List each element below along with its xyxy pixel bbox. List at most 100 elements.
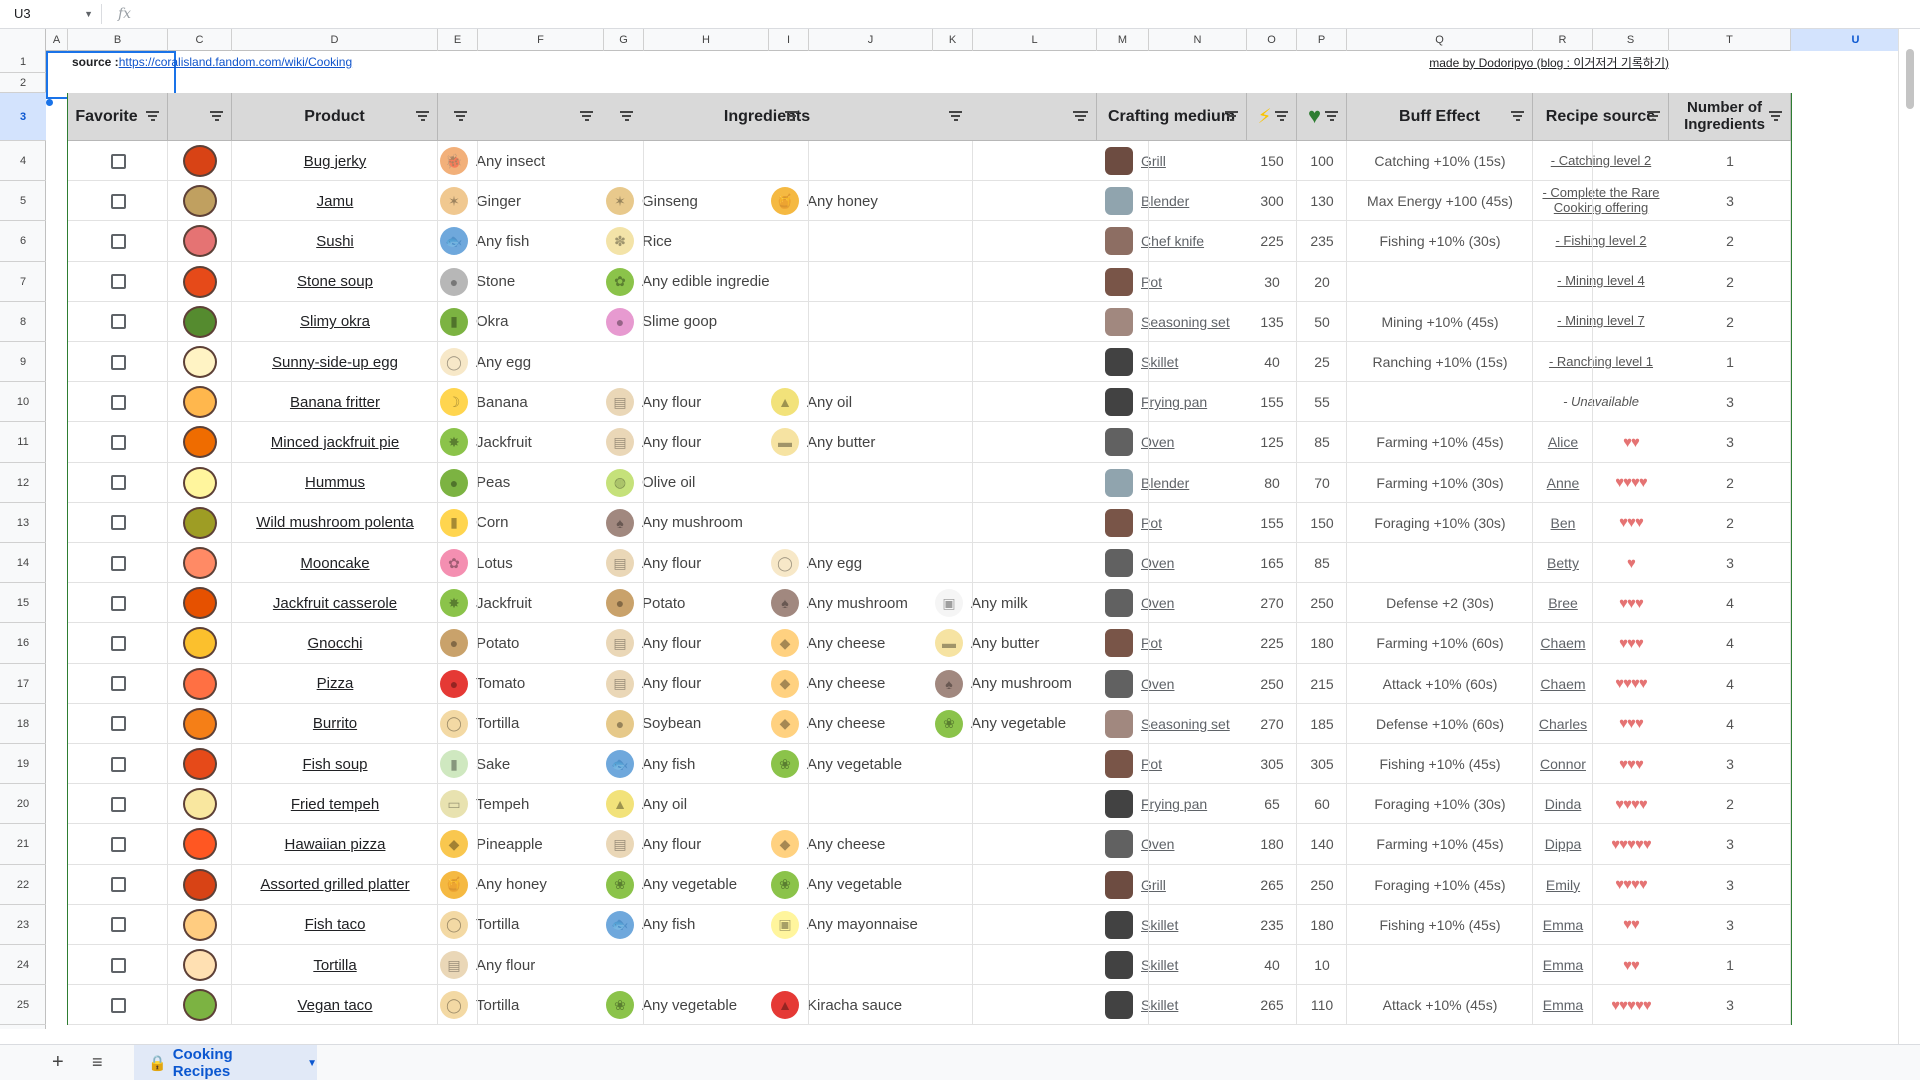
add-sheet-button[interactable]: + <box>52 1050 64 1074</box>
filter-icon[interactable] <box>1275 110 1288 123</box>
recipe-source-text[interactable]: - Complete the Rare Cooking offering <box>1533 181 1669 221</box>
favorite-cell[interactable] <box>68 463 168 503</box>
row-header-21[interactable]: 21 <box>0 824 46 865</box>
crafting-medium-link[interactable]: Pot <box>1141 756 1162 772</box>
vertical-scrollbar[interactable] <box>1898 29 1920 1044</box>
favorite-cell[interactable] <box>68 543 168 583</box>
recipe-source-link[interactable]: Charles <box>1533 704 1593 744</box>
column-header-q[interactable]: Q <box>1347 29 1533 51</box>
column-header-l[interactable]: L <box>973 29 1097 51</box>
made-by-credit[interactable]: made by Dodoripyo (blog : 이거저거 기록하기) <box>1347 51 1669 73</box>
column-header-c[interactable]: C <box>168 29 232 51</box>
product-name[interactable]: Fried tempeh <box>232 784 438 824</box>
product-name[interactable]: Sunny-side-up egg <box>232 342 438 382</box>
favorite-cell[interactable] <box>68 583 168 623</box>
favorite-cell[interactable] <box>68 623 168 663</box>
recipe-source-link[interactable]: Betty <box>1533 543 1593 583</box>
favorite-cell[interactable] <box>68 824 168 864</box>
recipe-source-link[interactable]: Emma <box>1533 945 1593 985</box>
row-header-7[interactable]: 7 <box>0 262 46 302</box>
filter-icon[interactable] <box>210 110 223 123</box>
favorite-cell[interactable] <box>68 141 168 181</box>
row-header-8[interactable]: 8 <box>0 302 46 342</box>
recipe-source-text[interactable]: - Mining level 4 <box>1533 262 1669 302</box>
select-all-corner[interactable] <box>0 29 46 51</box>
product-name[interactable]: Wild mushroom polenta <box>232 503 438 543</box>
row-header-15[interactable]: 15 <box>0 583 46 624</box>
product-name[interactable]: Hawaiian pizza <box>232 824 438 864</box>
favorite-checkbox[interactable] <box>110 394 126 410</box>
favorite-checkbox[interactable] <box>110 595 126 611</box>
row-header-22[interactable]: 22 <box>0 865 46 905</box>
filter-icon[interactable] <box>146 110 159 123</box>
row-header-23[interactable]: 23 <box>0 905 46 945</box>
row-header-12[interactable]: 12 <box>0 463 46 503</box>
favorite-checkbox[interactable] <box>110 796 126 812</box>
favorite-cell[interactable] <box>68 422 168 462</box>
favorite-checkbox[interactable] <box>110 756 126 772</box>
favorite-checkbox[interactable] <box>110 917 126 933</box>
column-header-m[interactable]: M <box>1097 29 1149 51</box>
favorite-checkbox[interactable] <box>110 997 126 1013</box>
source-link[interactable]: https://coralisland.fandom.com/wiki/Cook… <box>119 55 352 69</box>
crafting-medium-link[interactable]: Oven <box>1141 555 1174 571</box>
crafting-medium-link[interactable]: Pot <box>1141 515 1162 531</box>
name-box[interactable]: U3 ▼ <box>10 4 102 24</box>
product-name[interactable]: Stone soup <box>232 262 438 302</box>
row-header-2[interactable]: 2 <box>0 73 46 93</box>
recipe-source-text[interactable]: - Catching level 2 <box>1533 141 1669 181</box>
scrollbar-thumb[interactable] <box>1906 49 1914 109</box>
crafting-medium-link[interactable]: Skillet <box>1141 917 1178 933</box>
filter-icon[interactable] <box>1647 110 1660 123</box>
crafting-medium-link[interactable]: Grill <box>1141 877 1166 893</box>
all-sheets-button[interactable]: ≡ <box>92 1050 103 1074</box>
favorite-cell[interactable] <box>68 784 168 824</box>
recipe-source-text[interactable]: - Fishing level 2 <box>1533 221 1669 261</box>
filter-icon[interactable] <box>785 111 798 123</box>
product-name[interactable]: Hummus <box>232 463 438 503</box>
row-header-17[interactable]: 17 <box>0 664 46 704</box>
favorite-checkbox[interactable] <box>110 957 126 973</box>
row-header-18[interactable]: 18 <box>0 704 46 744</box>
favorite-checkbox[interactable] <box>110 233 126 249</box>
crafting-medium-link[interactable]: Grill <box>1141 153 1166 169</box>
product-name[interactable]: Burrito <box>232 704 438 744</box>
product-name[interactable]: Slimy okra <box>232 302 438 342</box>
filter-icon[interactable] <box>1325 110 1338 123</box>
column-header-i[interactable]: I <box>769 29 809 51</box>
recipe-source-link[interactable]: Chaem <box>1533 623 1593 663</box>
column-header-s[interactable]: S <box>1593 29 1669 51</box>
row-header-25[interactable]: 25 <box>0 985 46 1026</box>
row-header-3[interactable]: 3 <box>0 93 46 141</box>
row-header-24[interactable]: 24 <box>0 945 46 986</box>
favorite-checkbox[interactable] <box>110 314 126 330</box>
crafting-medium-link[interactable]: Oven <box>1141 434 1174 450</box>
favorite-checkbox[interactable] <box>110 475 126 491</box>
row-header-16[interactable]: 16 <box>0 623 46 664</box>
recipe-source-link[interactable]: Anne <box>1533 463 1593 503</box>
column-header-u[interactable]: U <box>1791 29 1898 51</box>
favorite-checkbox[interactable] <box>110 877 126 893</box>
crafting-medium-link[interactable]: Pot <box>1141 635 1162 651</box>
crafting-medium-link[interactable]: Skillet <box>1141 354 1178 370</box>
column-header-e[interactable]: E <box>438 29 478 51</box>
product-name[interactable]: Mooncake <box>232 543 438 583</box>
product-name[interactable]: Bug jerky <box>232 141 438 181</box>
filter-icon[interactable] <box>1073 111 1086 123</box>
product-name[interactable]: Tortilla <box>232 945 438 985</box>
product-name[interactable]: Sushi <box>232 221 438 261</box>
crafting-medium-link[interactable]: Chef knife <box>1141 233 1204 249</box>
row-header-13[interactable]: 13 <box>0 503 46 543</box>
favorite-checkbox[interactable] <box>110 836 126 852</box>
column-header-p[interactable]: P <box>1297 29 1347 51</box>
column-header-b[interactable]: B <box>68 29 168 51</box>
favorite-cell[interactable] <box>68 342 168 382</box>
crafting-medium-link[interactable]: Frying pan <box>1141 796 1207 812</box>
product-name[interactable]: Jamu <box>232 181 438 221</box>
crafting-medium-link[interactable]: Seasoning set <box>1141 716 1230 732</box>
favorite-checkbox[interactable] <box>110 193 126 209</box>
filter-icon[interactable] <box>454 111 467 123</box>
recipe-source-text[interactable]: - Mining level 7 <box>1533 302 1669 342</box>
favorite-checkbox[interactable] <box>110 716 126 732</box>
row-header-6[interactable]: 6 <box>0 221 46 262</box>
